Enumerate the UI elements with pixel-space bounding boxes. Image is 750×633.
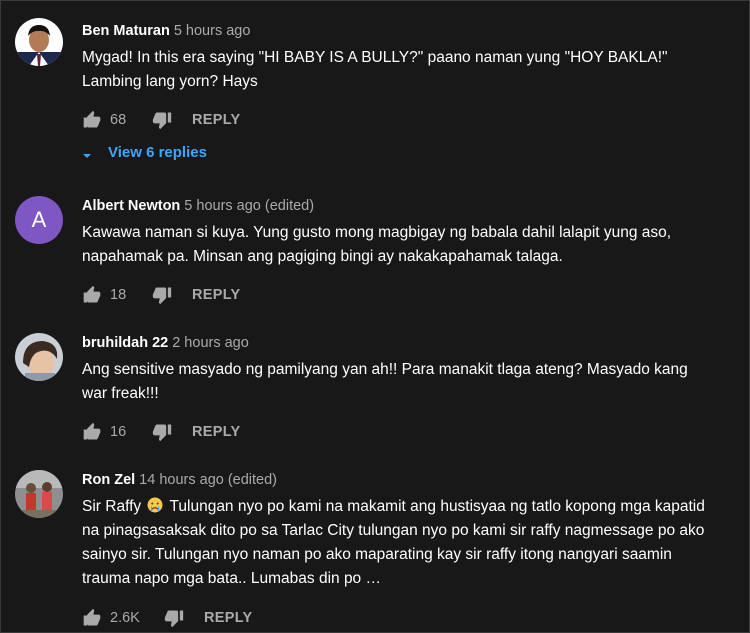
comment-text: Mygad! In this era saying "HI BABY IS A …	[82, 49, 668, 90]
chevron-down-icon	[82, 148, 92, 158]
thumbs-up-icon[interactable]	[82, 110, 102, 130]
comment-author[interactable]: bruhildah 22	[82, 335, 168, 351]
view-replies-label: View 6 replies	[108, 144, 207, 161]
view-replies-button[interactable]: View 6 replies	[82, 144, 207, 161]
thumbs-down-icon[interactable]	[164, 608, 184, 628]
like-count: 2.6K	[110, 610, 140, 626]
avatar[interactable]	[15, 18, 63, 66]
avatar-letter: A	[31, 207, 47, 232]
comment-text: Ang sensitive masyado ng pamilyang yan a…	[82, 361, 688, 402]
reply-button[interactable]: REPLY	[192, 287, 241, 303]
comment-text-rest: Tulungan nyo po kami na makamit ang hust…	[82, 498, 705, 587]
comment-time[interactable]: 2 hours ago	[172, 335, 249, 351]
thumbs-down-icon[interactable]	[152, 110, 172, 130]
thumbs-up-icon[interactable]	[82, 422, 102, 442]
crying-face-emoji	[147, 497, 163, 513]
comment-time[interactable]: 5 hours ago (edited)	[184, 198, 314, 214]
comment-time[interactable]: 5 hours ago	[174, 23, 251, 39]
like-count: 18	[110, 287, 127, 303]
comment-author[interactable]: Albert Newton	[82, 198, 180, 214]
avatar[interactable]: A	[15, 196, 63, 244]
like-count: 68	[110, 112, 127, 128]
comment-text: Sir Raffy Tulungan nyo po kami na makami…	[82, 495, 712, 591]
avatar[interactable]	[15, 470, 63, 518]
thumbs-up-icon[interactable]	[82, 285, 102, 305]
avatar[interactable]	[15, 333, 63, 381]
comment-text: Kawawa naman si kuya. Yung gusto mong ma…	[82, 224, 672, 265]
reply-button[interactable]: REPLY	[192, 112, 241, 128]
thumbs-down-icon[interactable]	[152, 285, 172, 305]
comment-time[interactable]: 14 hours ago (edited)	[139, 472, 277, 488]
comment-text-start: Sir Raffy	[82, 498, 142, 515]
comment-author[interactable]: Ron Zel	[82, 472, 135, 488]
comment-author[interactable]: Ben Maturan	[82, 23, 170, 39]
thumbs-up-icon[interactable]	[82, 608, 102, 628]
reply-button[interactable]: REPLY	[204, 610, 253, 626]
reply-button[interactable]: REPLY	[192, 424, 241, 440]
thumbs-down-icon[interactable]	[152, 422, 172, 442]
like-count: 16	[110, 424, 127, 440]
